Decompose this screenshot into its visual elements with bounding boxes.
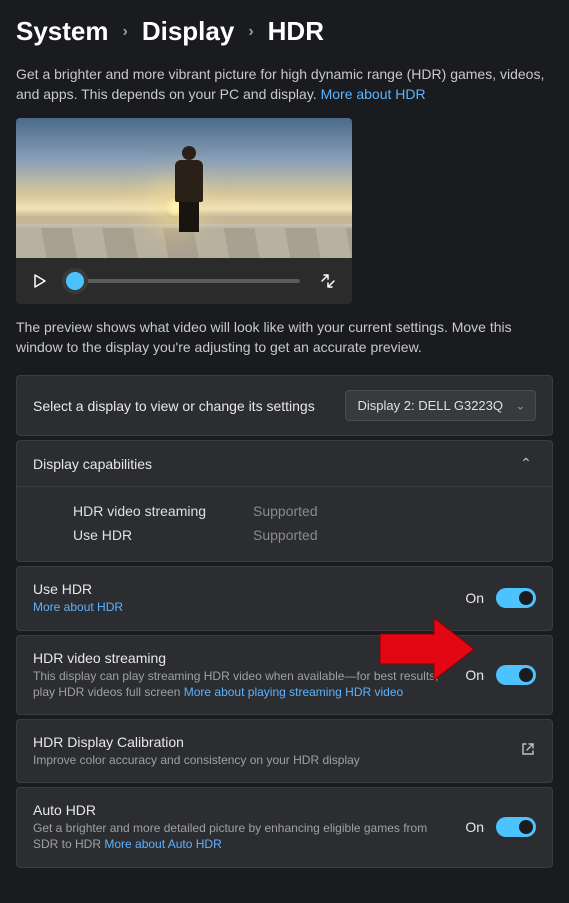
- capability-value: Supported: [253, 527, 318, 543]
- select-display-card: Select a display to view or change its s…: [16, 375, 553, 436]
- capability-label: HDR video streaming: [73, 503, 223, 519]
- display-capabilities-title: Display capabilities: [33, 456, 504, 472]
- auto-hdr-state: On: [465, 819, 484, 835]
- hdr-streaming-toggle[interactable]: [496, 665, 536, 685]
- auto-hdr-sub: Get a brighter and more detailed picture…: [33, 820, 453, 852]
- display-dropdown[interactable]: Display 2: DELL G3223Q ⌄: [345, 390, 536, 421]
- capability-row: Use HDR Supported: [73, 523, 536, 547]
- auto-hdr-toggle[interactable]: [496, 817, 536, 837]
- preview-caption: The preview shows what video will look l…: [16, 318, 553, 357]
- capability-label: Use HDR: [73, 527, 223, 543]
- video-preview: [16, 118, 352, 304]
- preview-image: [16, 118, 352, 258]
- display-capabilities-body: HDR video streaming Supported Use HDR Su…: [17, 486, 552, 561]
- hdr-streaming-state: On: [465, 667, 484, 683]
- use-hdr-state: On: [465, 590, 484, 606]
- chevron-right-icon: ›: [123, 23, 128, 41]
- use-hdr-card: Use HDR More about HDR On: [16, 566, 553, 630]
- auto-hdr-card: Auto HDR Get a brighter and more detaile…: [16, 787, 553, 867]
- open-external-icon[interactable]: [520, 741, 536, 762]
- video-controls: [16, 258, 352, 304]
- auto-hdr-title: Auto HDR: [33, 802, 453, 818]
- chevron-right-icon: ›: [248, 23, 253, 41]
- display-dropdown-value: Display 2: DELL G3223Q: [358, 398, 503, 413]
- intro-text: Get a brighter and more vibrant picture …: [16, 65, 553, 104]
- hdr-calibration-card[interactable]: HDR Display Calibration Improve color ac…: [16, 719, 553, 783]
- hdr-streaming-link[interactable]: More about playing streaming HDR video: [184, 685, 403, 699]
- auto-hdr-link[interactable]: More about Auto HDR: [104, 837, 221, 851]
- hdr-streaming-title: HDR video streaming: [33, 650, 453, 666]
- video-seek-slider[interactable]: [68, 279, 300, 283]
- hdr-streaming-sub: This display can play streaming HDR vide…: [33, 668, 453, 700]
- select-display-label: Select a display to view or change its s…: [33, 398, 333, 414]
- hdr-calibration-sub: Improve color accuracy and consistency o…: [33, 752, 508, 768]
- breadcrumb-hdr: HDR: [268, 16, 324, 47]
- chevron-down-icon: ⌄: [516, 399, 525, 412]
- play-icon[interactable]: [28, 269, 52, 293]
- use-hdr-link[interactable]: More about HDR: [33, 600, 123, 614]
- use-hdr-toggle[interactable]: [496, 588, 536, 608]
- capability-row: HDR video streaming Supported: [73, 499, 536, 523]
- display-capabilities-card: Display capabilities ⌃ HDR video streami…: [16, 440, 553, 562]
- breadcrumb-system[interactable]: System: [16, 16, 109, 47]
- fullscreen-icon[interactable]: [316, 269, 340, 293]
- hdr-calibration-title: HDR Display Calibration: [33, 734, 508, 750]
- use-hdr-title: Use HDR: [33, 581, 453, 597]
- breadcrumb-display[interactable]: Display: [142, 16, 235, 47]
- capability-value: Supported: [253, 503, 318, 519]
- display-capabilities-header[interactable]: Display capabilities ⌃: [17, 441, 552, 486]
- more-about-hdr-link[interactable]: More about HDR: [321, 86, 426, 102]
- hdr-video-streaming-card: HDR video streaming This display can pla…: [16, 635, 553, 715]
- chevron-up-icon[interactable]: ⌃: [516, 455, 536, 472]
- breadcrumb: System › Display › HDR: [16, 16, 553, 47]
